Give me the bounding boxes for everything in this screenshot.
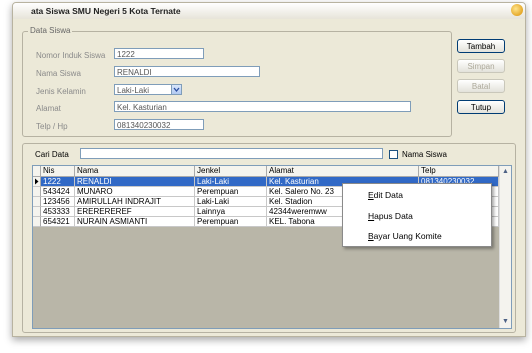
window-title: ata Siswa SMU Negeri 5 Kota Ternate [31, 6, 181, 16]
search-label: Cari Data [35, 150, 69, 159]
menu-item-edit-data[interactable]: Edit Data [368, 190, 403, 200]
jenkel-label: Jenis Kelamin [36, 87, 86, 96]
search-input[interactable] [80, 148, 383, 159]
tutup-button[interactable]: Tutup [457, 100, 505, 114]
scroll-up-icon[interactable]: ▲ [500, 166, 511, 177]
batal-button[interactable]: Batal [457, 79, 505, 93]
column-header-nama[interactable]: Nama [75, 166, 195, 177]
table-cell[interactable]: RENALDI [75, 177, 195, 187]
table-cell[interactable]: Laki-Laki [195, 177, 267, 187]
table-cell[interactable]: 543424 [41, 187, 75, 197]
context-menu: Edit Data Hapus Data Bayar Uang Komite [342, 183, 492, 247]
title-bar[interactable]: ata Siswa SMU Negeri 5 Kota Ternate [13, 3, 525, 19]
vertical-scrollbar[interactable]: ▲ ▼ [499, 166, 511, 328]
telp-label: Telp / Hp [36, 122, 68, 131]
nama-label: Nama Siswa [36, 69, 81, 78]
table-cell[interactable]: 453333 [41, 207, 75, 217]
menu-item-label: apus Data [374, 211, 413, 221]
group-label: Data Siswa [28, 26, 73, 35]
table-cell[interactable]: EREREREREF [75, 207, 195, 217]
simpan-button[interactable]: Simpan [457, 59, 505, 73]
table-cell[interactable]: Laki-Laki [195, 197, 267, 207]
nama-field[interactable]: RENALDI [114, 66, 260, 77]
scroll-down-icon[interactable]: ▼ [500, 316, 511, 327]
menu-item-label: dit Data [373, 190, 403, 200]
table-cell[interactable]: Lainnya [195, 207, 267, 217]
row-indicator [33, 217, 41, 227]
table-cell[interactable]: 1222 [41, 177, 75, 187]
row-indicator [33, 187, 41, 197]
row-indicator [33, 197, 41, 207]
chevron-down-icon[interactable] [171, 84, 182, 95]
row-pointer-icon [33, 177, 41, 187]
menu-item-hapus-data[interactable]: Hapus Data [368, 211, 413, 221]
column-header-telp[interactable]: Telp [419, 166, 499, 177]
alamat-field[interactable]: Kel. Kasturian [114, 101, 411, 112]
nama-siswa-checkbox[interactable] [389, 150, 398, 159]
column-header-alamat[interactable]: Alamat [267, 166, 419, 177]
table-cell[interactable]: Perempuan [195, 187, 267, 197]
nis-field[interactable]: 1222 [114, 48, 204, 59]
jenkel-select[interactable]: Laki-Laki [114, 84, 172, 95]
table-cell[interactable]: MUNARO [75, 187, 195, 197]
table-cell[interactable]: Perempuan [195, 217, 267, 227]
menu-item-label: ayar Uang Komite [373, 231, 442, 241]
table-cell[interactable]: 654321 [41, 217, 75, 227]
alamat-label: Alamat [36, 104, 61, 113]
nama-siswa-checkbox-label: Nama Siswa [402, 150, 447, 159]
column-header-nis[interactable]: Nis [41, 166, 75, 177]
app-logo-icon [511, 4, 523, 16]
table-cell[interactable]: AMIRULLAH INDRAJIT [75, 197, 195, 207]
row-indicator [33, 207, 41, 217]
telp-field[interactable]: 081340230032 [114, 119, 204, 130]
main-window: ata Siswa SMU Negeri 5 Kota Ternate Data… [12, 2, 526, 337]
nis-label: Nomor Induk Siswa [36, 51, 106, 60]
table-cell[interactable]: 123456 [41, 197, 75, 207]
data-siswa-group: Data Siswa [22, 26, 452, 137]
tambah-button[interactable]: Tambah [457, 39, 505, 53]
header-corner [33, 166, 41, 177]
menu-item-bayar-uang-komite[interactable]: Bayar Uang Komite [368, 231, 442, 241]
column-header-jenkel[interactable]: Jenkel [195, 166, 267, 177]
table-cell[interactable]: NURAIN ASMIANTI [75, 217, 195, 227]
